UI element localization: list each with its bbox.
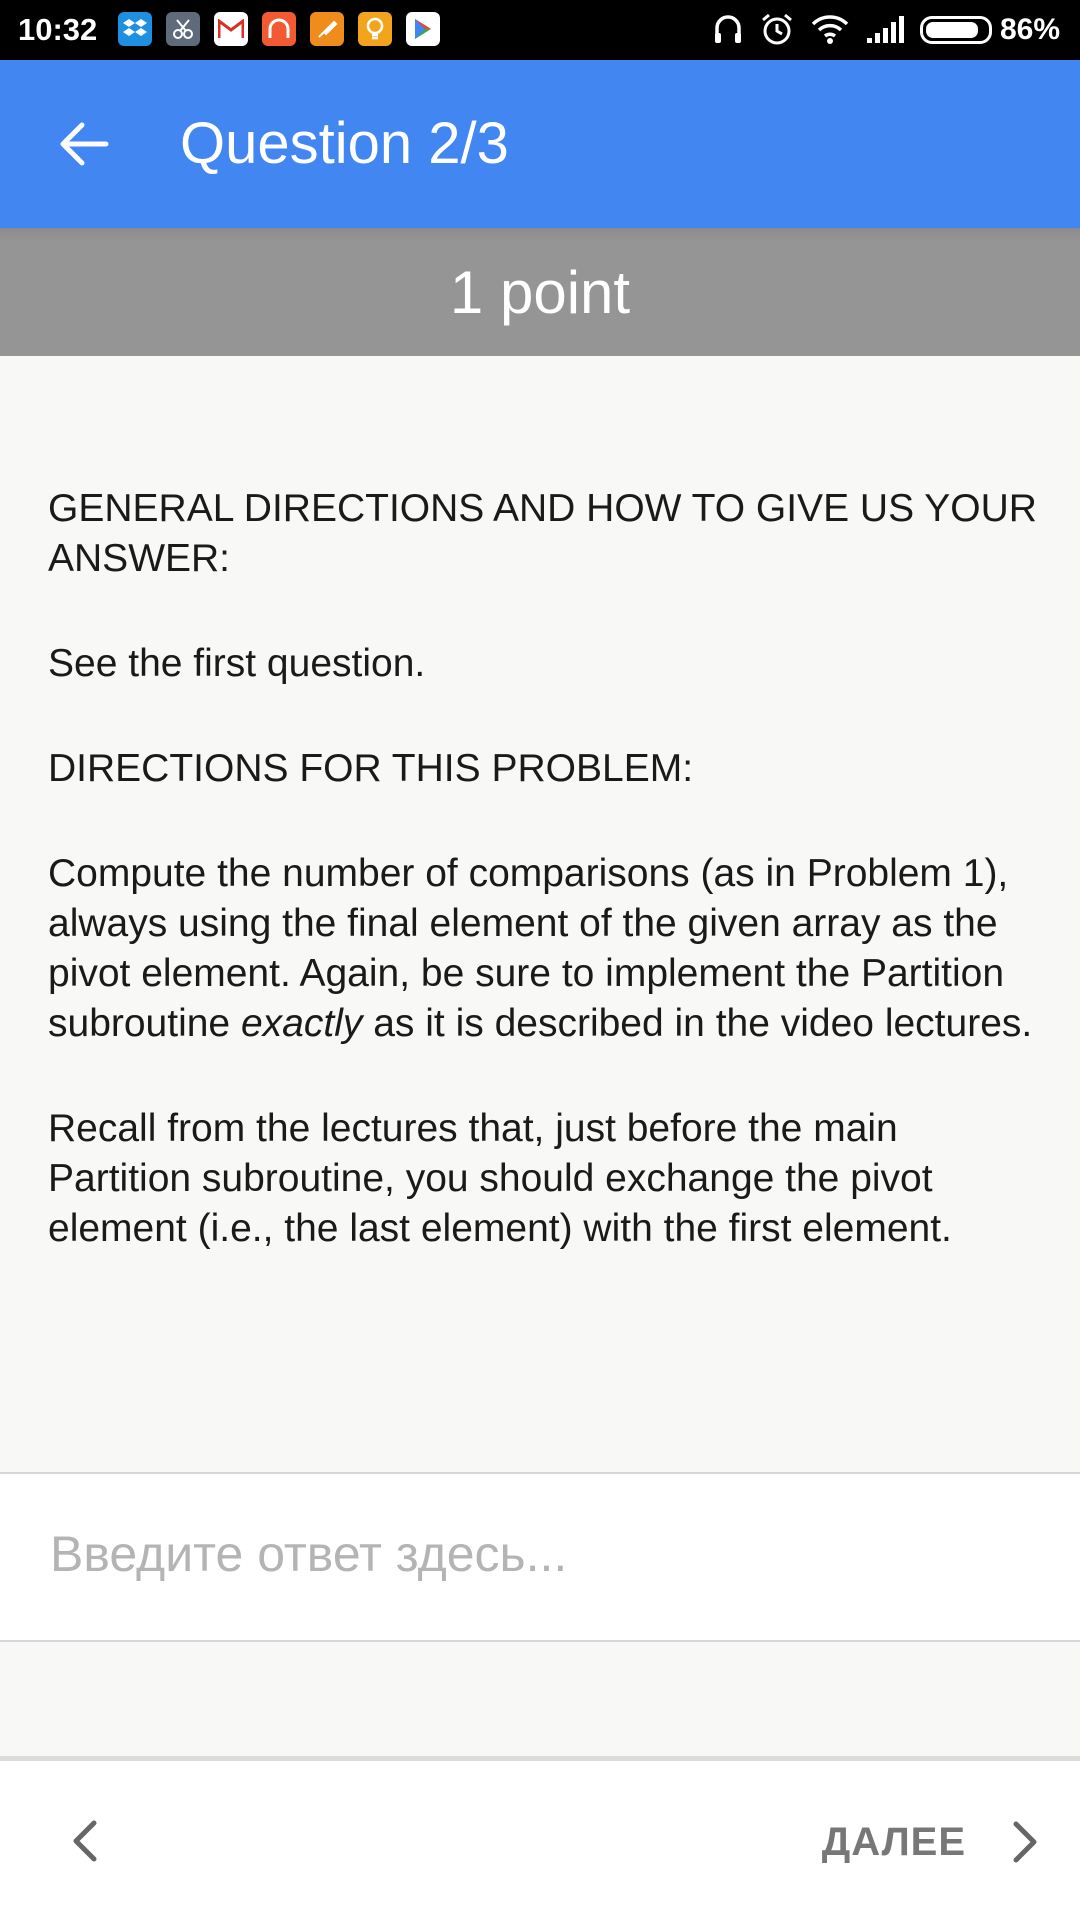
back-button[interactable] — [44, 112, 124, 176]
question-body: GENERAL DIRECTIONS AND HOW TO GIVE US YO… — [48, 484, 1038, 1309]
wifi-icon — [810, 10, 850, 48]
chevron-right-icon — [1013, 1821, 1037, 1863]
general-directions-text: See the first question. — [48, 642, 426, 685]
general-directions-heading: GENERAL DIRECTIONS AND HOW TO GIVE US YO… — [48, 487, 1037, 580]
status-bar: 10:32 86% — [0, 0, 1080, 60]
problem-directions-text: Compute the number of comparisons (as in… — [48, 849, 1038, 1049]
recall-text: Recall from the lectures that, just befo… — [48, 1107, 952, 1250]
alarm-icon — [758, 10, 796, 48]
answer-input[interactable] — [48, 1514, 1028, 1594]
battery-icon — [920, 16, 992, 44]
emphasis-text: exactly — [240, 1002, 363, 1045]
headphones-app-icon — [262, 12, 296, 46]
answer-area — [0, 1472, 1080, 1642]
chevron-left-icon — [73, 1820, 97, 1862]
signal-icon — [864, 10, 908, 48]
next-button[interactable]: ДАЛЕЕ — [770, 1797, 1040, 1887]
next-label: ДАЛЕЕ — [821, 1819, 966, 1864]
battery-level — [926, 22, 978, 38]
scissors-app-icon — [166, 12, 200, 46]
points-banner: 1 point — [0, 228, 1080, 356]
play-store-icon — [406, 12, 440, 46]
status-time: 10:32 — [18, 12, 98, 47]
problem-text-part: as it is described in the video lectures… — [373, 1002, 1033, 1045]
dropbox-icon — [118, 12, 152, 46]
headphones-status-icon — [710, 10, 746, 48]
previous-button[interactable] — [50, 1801, 120, 1881]
app-bar: Question 2/3 — [0, 60, 1080, 228]
page-title: Question 2/3 — [180, 111, 509, 176]
bottom-nav: ДАЛЕЕ — [0, 1756, 1080, 1920]
battery-percent: 86% — [1000, 13, 1061, 46]
gmail-icon — [214, 12, 248, 46]
problem-directions-heading: DIRECTIONS FOR THIS PROBLEM: — [48, 747, 694, 790]
brush-app-icon — [310, 12, 344, 46]
arrow-left-icon — [60, 122, 109, 166]
lightbulb-app-icon — [358, 12, 392, 46]
points-label: 1 point — [449, 258, 631, 326]
